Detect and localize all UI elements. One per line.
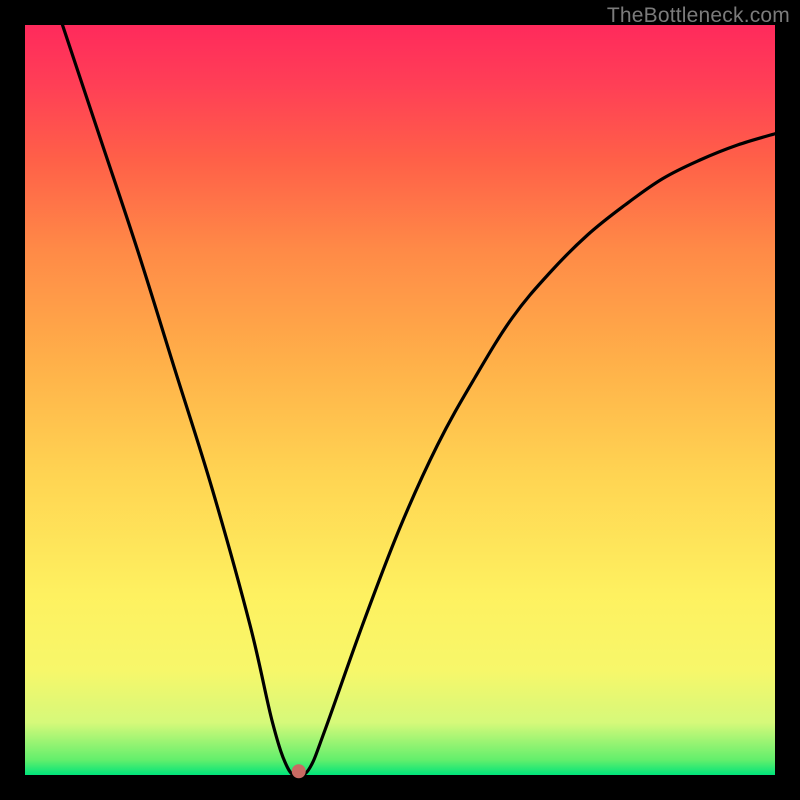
bottleneck-curve xyxy=(63,25,776,775)
chart-container: TheBottleneck.com xyxy=(0,0,800,800)
curve-svg xyxy=(25,25,775,775)
minimum-marker xyxy=(292,764,306,778)
plot-area xyxy=(25,25,775,775)
watermark-text: TheBottleneck.com xyxy=(607,4,790,28)
